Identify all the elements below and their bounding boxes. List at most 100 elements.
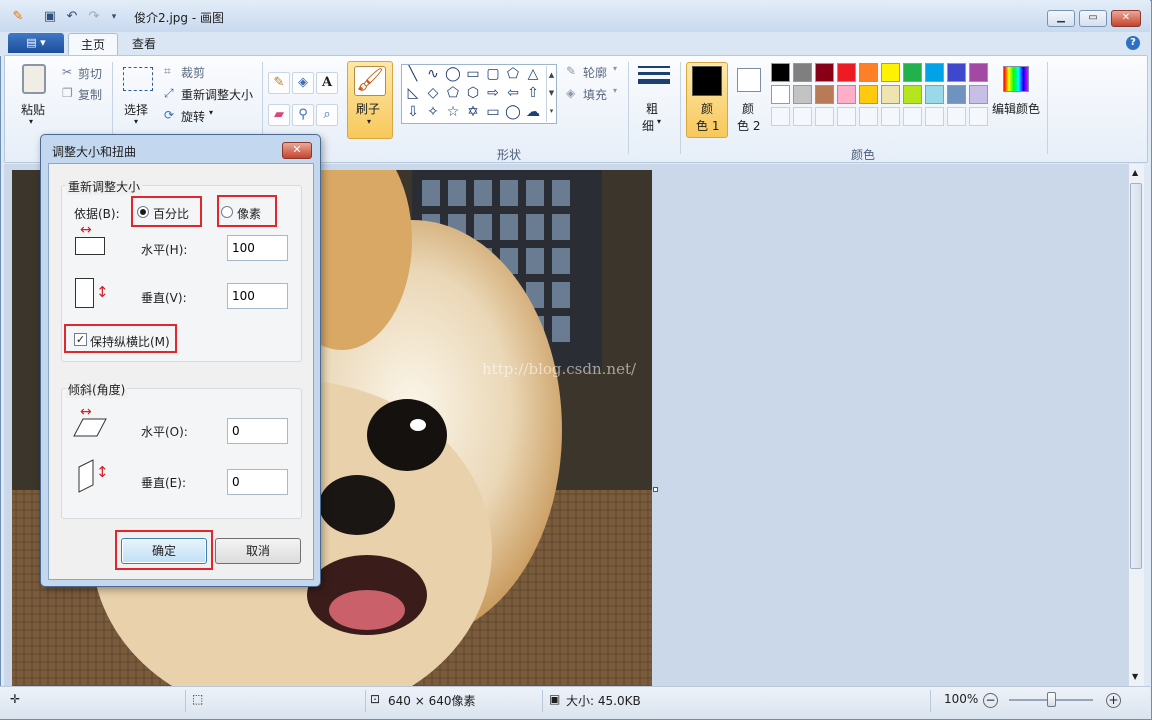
- palette-swatch[interactable]: [881, 107, 900, 126]
- palette-swatch[interactable]: [969, 107, 988, 126]
- rect-shape-icon[interactable]: ▭: [464, 65, 482, 83]
- magnifier-icon[interactable]: ⌕: [316, 104, 338, 126]
- pencil-icon[interactable]: ✎: [268, 72, 290, 94]
- five-star-shape-icon[interactable]: ☆: [444, 103, 462, 121]
- edit-colors-icon[interactable]: [1003, 66, 1029, 92]
- palette-swatch[interactable]: [815, 85, 834, 104]
- select-icon[interactable]: [123, 67, 153, 91]
- select-dropdown-icon[interactable]: ▾: [134, 117, 138, 126]
- palette-swatch[interactable]: [837, 85, 856, 104]
- eraser-icon[interactable]: ▰: [268, 104, 290, 126]
- crop-button[interactable]: 裁剪: [181, 64, 205, 81]
- rounded-rect-shape-icon[interactable]: ▢: [484, 65, 502, 83]
- color-picker-icon[interactable]: ⚲: [292, 104, 314, 126]
- tab-home[interactable]: 主页: [68, 33, 119, 56]
- close-button[interactable]: ✕: [1111, 10, 1141, 27]
- resize-handle[interactable]: [653, 487, 658, 492]
- six-star-shape-icon[interactable]: ✡: [464, 103, 482, 121]
- horizontal-input[interactable]: [227, 235, 288, 261]
- oval-shape-icon[interactable]: ◯: [444, 65, 462, 83]
- outline-button[interactable]: 轮廓: [583, 64, 607, 81]
- fill-button[interactable]: 填充: [583, 86, 607, 103]
- callout-cloud-shape-icon[interactable]: ☁: [524, 103, 542, 121]
- rotate-button[interactable]: 旋转: [181, 108, 205, 125]
- down-arrow-shape-icon[interactable]: ⇩: [404, 103, 422, 121]
- palette-swatch[interactable]: [925, 63, 944, 82]
- undo-icon[interactable]: ↶: [64, 9, 80, 25]
- zoom-slider-thumb[interactable]: [1047, 692, 1056, 707]
- four-star-shape-icon[interactable]: ✧: [424, 103, 442, 121]
- palette-swatch[interactable]: [947, 63, 966, 82]
- scroll-down-icon[interactable]: ▼: [1132, 672, 1138, 681]
- callout-rect-shape-icon[interactable]: ▭: [484, 103, 502, 121]
- brushes-dropdown-icon[interactable]: ▾: [367, 117, 371, 126]
- paste-button[interactable]: 粘贴: [21, 101, 45, 118]
- hexagon-shape-icon[interactable]: ⬡: [464, 84, 482, 102]
- resize-button[interactable]: 重新调整大小: [181, 86, 253, 103]
- app-menu-button[interactable]: ▤ ▾: [8, 33, 64, 53]
- color2-swatch[interactable]: [737, 68, 761, 92]
- dialog-close-button[interactable]: ✕: [282, 142, 312, 159]
- palette-swatch[interactable]: [903, 107, 922, 126]
- palette-swatch[interactable]: [969, 85, 988, 104]
- left-arrow-shape-icon[interactable]: ⇦: [504, 84, 522, 102]
- minimize-button[interactable]: ▁: [1047, 10, 1075, 27]
- zoom-out-button[interactable]: −: [983, 693, 998, 708]
- rotate-dropdown-icon[interactable]: ▾: [209, 108, 213, 117]
- help-icon[interactable]: ?: [1126, 36, 1140, 50]
- palette-swatch[interactable]: [925, 85, 944, 104]
- paste-dropdown-icon[interactable]: ▾: [29, 117, 33, 126]
- customize-toolbar-icon[interactable]: ▾: [106, 9, 122, 25]
- scrollbar-thumb[interactable]: [1130, 183, 1142, 569]
- redo-icon[interactable]: ↷: [86, 9, 102, 25]
- skew-horizontal-input[interactable]: [227, 418, 288, 444]
- palette-swatch[interactable]: [771, 107, 790, 126]
- palette-swatch[interactable]: [903, 85, 922, 104]
- curve-shape-icon[interactable]: ∿: [424, 65, 442, 83]
- pentagon-shape-icon[interactable]: ⬠: [444, 84, 462, 102]
- cut-button[interactable]: 剪切: [78, 65, 102, 82]
- palette-swatch[interactable]: [815, 63, 834, 82]
- palette-swatch[interactable]: [859, 63, 878, 82]
- palette-swatch[interactable]: [771, 63, 790, 82]
- skew-vertical-input[interactable]: [227, 469, 288, 495]
- line-shape-icon[interactable]: ╲: [404, 65, 422, 83]
- diamond-shape-icon[interactable]: ◇: [424, 84, 442, 102]
- maximize-button[interactable]: ▭: [1079, 10, 1107, 27]
- save-icon[interactable]: ▣: [42, 9, 58, 25]
- palette-swatch[interactable]: [859, 107, 878, 126]
- palette-swatch[interactable]: [969, 63, 988, 82]
- edit-colors-button[interactable]: 编辑颜色: [992, 100, 1040, 117]
- cancel-button[interactable]: 取消: [215, 538, 301, 564]
- line-size-icon[interactable]: [638, 66, 670, 90]
- palette-swatch[interactable]: [859, 85, 878, 104]
- tab-view[interactable]: 查看: [120, 33, 168, 56]
- zoom-in-button[interactable]: +: [1106, 693, 1121, 708]
- palette-swatch[interactable]: [881, 63, 900, 82]
- paste-icon[interactable]: [22, 64, 46, 94]
- text-icon[interactable]: A: [316, 72, 338, 94]
- palette-swatch[interactable]: [793, 107, 812, 126]
- outline-dropdown-icon[interactable]: ▾: [613, 64, 617, 73]
- palette-swatch[interactable]: [903, 63, 922, 82]
- fill-dropdown-icon[interactable]: ▾: [613, 86, 617, 95]
- triangle-shape-icon[interactable]: △: [524, 65, 542, 83]
- palette-swatch[interactable]: [881, 85, 900, 104]
- size-dropdown-icon[interactable]: ▾: [657, 117, 661, 126]
- right-triangle-shape-icon[interactable]: ◺: [404, 84, 422, 102]
- palette-swatch[interactable]: [793, 85, 812, 104]
- right-arrow-shape-icon[interactable]: ⇨: [484, 84, 502, 102]
- palette-swatch[interactable]: [793, 63, 812, 82]
- callout-oval-shape-icon[interactable]: ◯: [504, 103, 522, 121]
- polygon-shape-icon[interactable]: ⬠: [504, 65, 522, 83]
- fill-icon[interactable]: ◈: [292, 72, 314, 94]
- palette-swatch[interactable]: [837, 107, 856, 126]
- palette-swatch[interactable]: [925, 107, 944, 126]
- palette-swatch[interactable]: [837, 63, 856, 82]
- palette-swatch[interactable]: [815, 107, 834, 126]
- scroll-up-icon[interactable]: ▲: [1132, 168, 1138, 177]
- palette-swatch[interactable]: [771, 85, 790, 104]
- up-arrow-shape-icon[interactable]: ⇧: [524, 84, 542, 102]
- palette-swatch[interactable]: [947, 107, 966, 126]
- palette-swatch[interactable]: [947, 85, 966, 104]
